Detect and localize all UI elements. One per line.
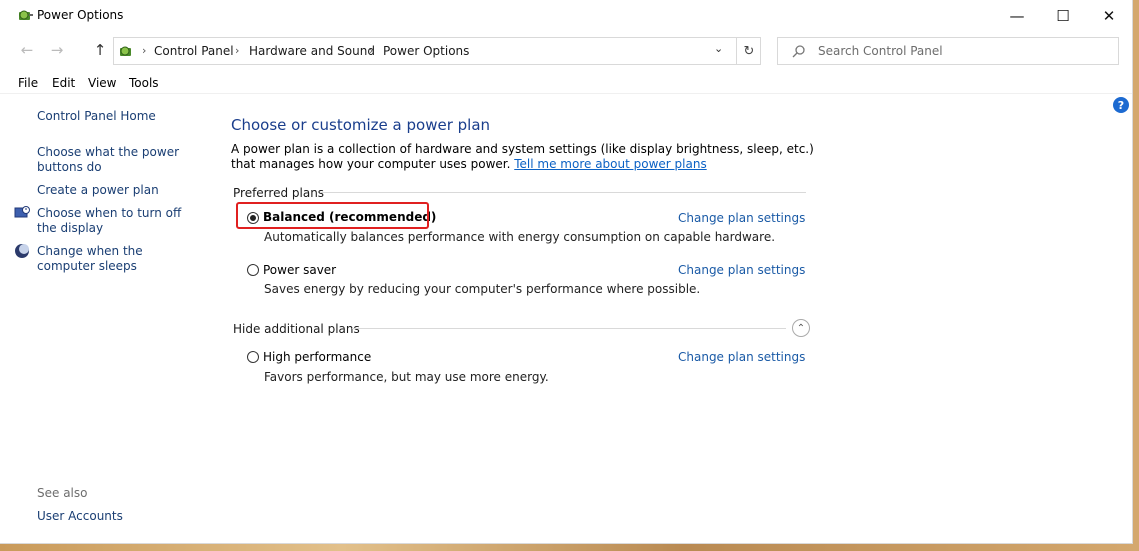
back-arrow-icon: ←: [20, 41, 34, 59]
plan-desc-power-saver: Saves energy by reducing your computer's…: [264, 282, 701, 296]
window-title: Power Options: [37, 8, 124, 22]
plan-name-high-performance[interactable]: High performance: [263, 350, 371, 364]
chevron-right-icon: ›: [142, 44, 147, 57]
chevron-right-icon: ›: [369, 44, 374, 57]
menu-view[interactable]: View: [88, 76, 116, 90]
highlight-box: [236, 202, 429, 229]
control-panel-icon: [120, 46, 131, 56]
change-plan-settings-high-performance[interactable]: Change plan settings: [678, 350, 805, 364]
sleep-moon-icon: [15, 244, 29, 258]
divider: [320, 192, 806, 193]
back-button[interactable]: ←: [17, 40, 37, 60]
change-plan-settings-power-saver[interactable]: Change plan settings: [678, 263, 805, 277]
chevron-right-icon: ›: [235, 44, 240, 57]
divider: [352, 328, 786, 329]
breadcrumb-control-panel[interactable]: Control Panel: [154, 44, 234, 58]
page-title: Choose or customize a power plan: [231, 116, 491, 134]
up-button[interactable]: ↑: [90, 40, 110, 60]
address-bar[interactable]: › Control Panel › Hardware and Sound › P…: [113, 37, 761, 65]
menu-tools[interactable]: Tools: [129, 76, 159, 90]
sidebar-turn-off-display[interactable]: Choose when to turn off the display: [37, 206, 197, 236]
maximize-button[interactable]: ☐: [1040, 0, 1086, 31]
up-arrow-icon: ↑: [93, 41, 107, 59]
high-performance-radio[interactable]: [247, 351, 259, 363]
change-plan-settings-balanced[interactable]: Change plan settings: [678, 211, 805, 225]
refresh-icon: ↻: [743, 43, 755, 59]
sidebar-user-accounts[interactable]: User Accounts: [37, 509, 123, 524]
breadcrumb-hardware-and-sound[interactable]: Hardware and Sound: [249, 44, 375, 58]
search-input[interactable]: Search Control Panel: [818, 44, 943, 58]
plan-name-power-saver[interactable]: Power saver: [263, 263, 336, 277]
power-options-window: Power Options — ☐ ✕ ← → ↑ › Control Pane…: [0, 0, 1133, 544]
forward-arrow-icon: →: [50, 41, 64, 59]
preferred-plans-label: Preferred plans: [233, 186, 325, 200]
help-icon[interactable]: ?: [1113, 97, 1129, 113]
plan-desc-balanced: Automatically balances performance with …: [264, 230, 776, 244]
learn-more-link[interactable]: Tell me more about power plans: [514, 157, 706, 171]
hide-additional-plans-label[interactable]: Hide additional plans: [233, 322, 360, 336]
plan-desc-high-performance: Favors performance, but may use more ene…: [264, 370, 549, 384]
title-bar: Power Options — ☐ ✕: [0, 0, 1132, 31]
forward-button[interactable]: →: [47, 40, 67, 60]
sidebar-choose-power-buttons[interactable]: Choose what the power buttons do: [37, 145, 187, 175]
page-description: A power plan is a collection of hardware…: [231, 142, 831, 172]
power-saver-radio[interactable]: [247, 264, 259, 276]
search-icon: [792, 45, 805, 58]
menu-edit[interactable]: Edit: [52, 76, 75, 90]
sidebar-computer-sleeps[interactable]: Change when the computer sleeps: [37, 244, 197, 274]
see-also-label: See also: [37, 486, 88, 500]
chevron-up-icon[interactable]: ⌃: [792, 319, 810, 337]
refresh-button[interactable]: ↻: [736, 38, 761, 64]
minimize-button[interactable]: —: [994, 0, 1040, 31]
address-row: ← → ↑ › Control Panel › Hardware and Sou…: [0, 35, 1132, 67]
sidebar-control-panel-home[interactable]: Control Panel Home: [37, 109, 156, 124]
close-button[interactable]: ✕: [1086, 0, 1132, 31]
menu-file[interactable]: File: [18, 76, 38, 90]
display-clock-icon: [14, 206, 30, 218]
sidebar-create-power-plan[interactable]: Create a power plan: [37, 183, 159, 198]
breadcrumb-power-options[interactable]: Power Options: [383, 44, 469, 58]
search-box[interactable]: Search Control Panel: [777, 37, 1119, 65]
power-options-icon: [19, 10, 33, 20]
menu-bar: File Edit View Tools: [0, 71, 1132, 94]
chevron-down-icon[interactable]: ⌄: [714, 42, 728, 60]
